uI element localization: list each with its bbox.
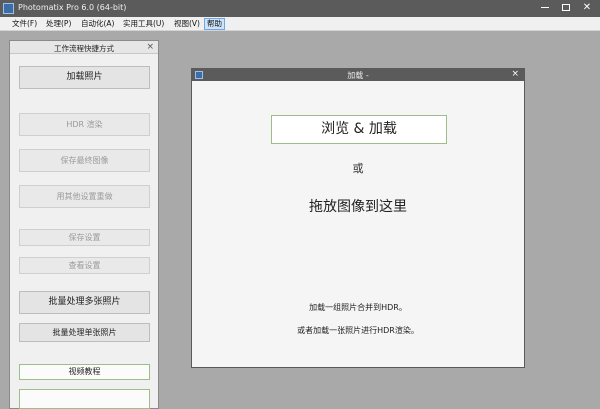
panel-header: 工作流程快捷方式 × (10, 41, 158, 54)
batch-single-photos-button[interactable]: 批量处理单张照片 (19, 323, 150, 342)
browse-and-load-button[interactable]: 浏览 & 加载 (271, 115, 447, 144)
minimize-button[interactable] (536, 1, 554, 15)
menu-file[interactable]: 文件(F) (10, 18, 39, 30)
minimize-icon (541, 6, 549, 8)
merge-hint-text: 加载一组照片合并到HDR。 (309, 303, 407, 312)
redo-with-other-settings-button[interactable]: 用其他设置重做 (19, 185, 150, 208)
workflow-shortcuts-panel: 工作流程快捷方式 × 加载照片 HDR 渲染 保存最终图像 用其他设置重做 保存… (9, 40, 159, 409)
window-titlebar: Photomatix Pro 6.0 (64-bit) ✕ (0, 0, 600, 17)
maximize-button[interactable] (557, 1, 575, 15)
menu-utilities[interactable]: 实用工具(U) (121, 18, 166, 30)
drop-zone-label: 拖放图像到这里 (309, 199, 407, 215)
hdr-render-button[interactable]: HDR 渲染 (19, 113, 150, 136)
window-title: Photomatix Pro 6.0 (64-bit) (18, 3, 127, 12)
batch-multiple-photos-button[interactable]: 批量处理多张照片 (19, 291, 150, 314)
menu-view[interactable]: 视图(V) (172, 18, 202, 30)
maximize-icon (562, 3, 570, 11)
menu-bar: 文件(F) 处理(P) 自动化(A) 实用工具(U) 视图(V) 帮助 (0, 17, 600, 31)
app-icon (3, 3, 14, 14)
menu-process[interactable]: 处理(P) (44, 18, 73, 30)
load-dialog: 加载 - × 浏览 & 加载 或 拖放图像到这里 加载一组照片合并到HDR。 或… (191, 68, 525, 368)
save-final-image-button[interactable]: 保存最终图像 (19, 149, 150, 172)
or-label: 或 (352, 162, 364, 175)
panel-close-icon[interactable]: × (146, 42, 154, 52)
load-photos-button[interactable]: 加载照片 (19, 66, 150, 89)
save-settings-button[interactable]: 保存设置 (19, 229, 150, 246)
close-window-button[interactable]: ✕ (578, 1, 596, 15)
panel-extra-button[interactable] (19, 389, 150, 409)
video-tutorials-button[interactable]: 视频教程 (19, 364, 150, 380)
single-hint-text: 或者加载一张照片进行HDR渲染。 (297, 326, 419, 335)
close-icon: ✕ (582, 2, 592, 13)
dialog-close-icon[interactable]: × (511, 69, 519, 79)
dialog-title: 加载 - (347, 71, 369, 80)
menu-help[interactable]: 帮助 (204, 18, 225, 30)
menu-automate[interactable]: 自动化(A) (79, 18, 116, 30)
view-settings-button[interactable]: 查看设置 (19, 257, 150, 274)
panel-title: 工作流程快捷方式 (54, 44, 114, 53)
dialog-titlebar: 加载 - × (192, 69, 524, 81)
